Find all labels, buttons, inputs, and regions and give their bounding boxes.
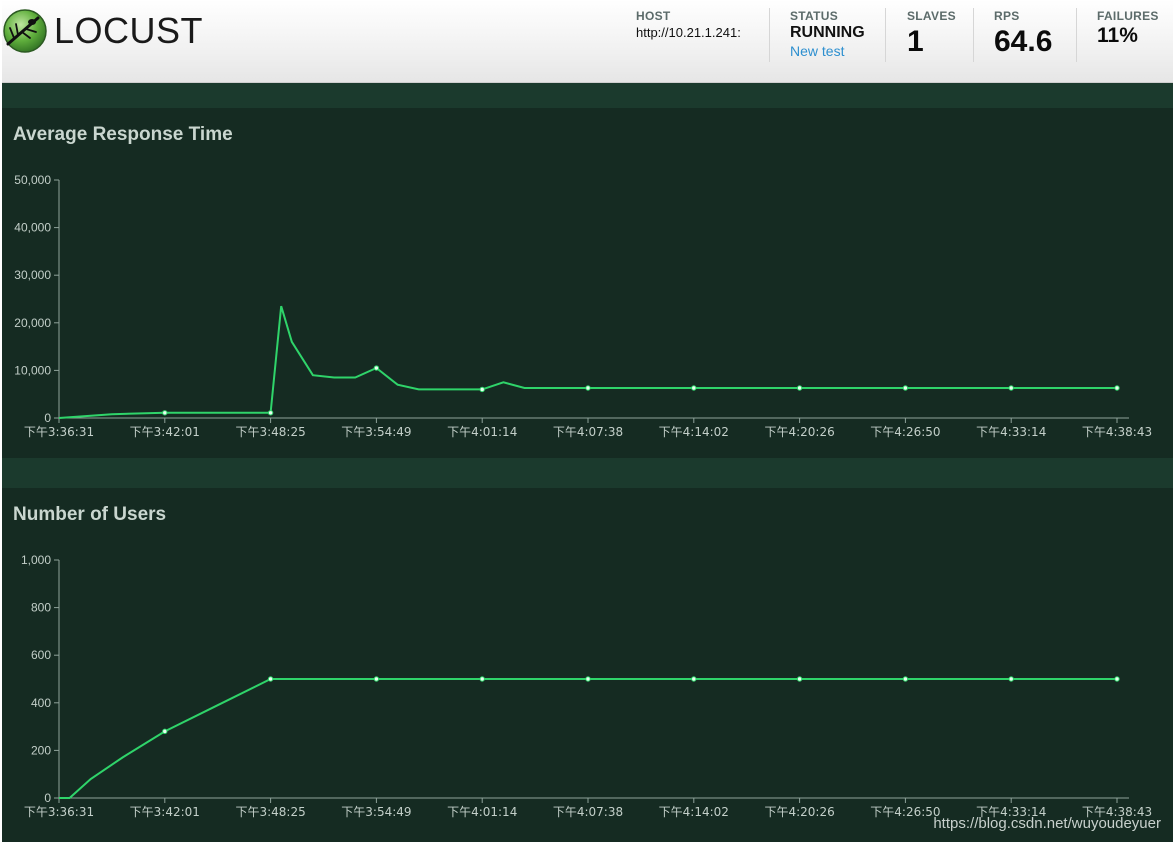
y-tick-label: 800: [31, 601, 51, 615]
data-point: [162, 728, 168, 735]
data-point: [691, 385, 697, 391]
y-tick-label: 50,000: [14, 173, 51, 187]
data-point: [162, 410, 168, 416]
brand-name: LOCUST: [54, 10, 204, 51]
status-stat: STATUS RUNNING New test: [790, 9, 865, 59]
data-point: [902, 385, 909, 391]
x-tick-label: 下午4:38:43: [1082, 425, 1152, 439]
x-tick-label: 下午4:14:02: [659, 425, 729, 439]
divider: [885, 8, 886, 62]
data-point: [796, 385, 803, 391]
users-chart: 0 200 400 600 800 1,000 下午3:36:31 下午3:42:01 下午3:…: [21, 553, 1152, 819]
x-tick-label: 下午4:20:26: [764, 805, 834, 819]
x-tick-label: 下午3:48:25: [235, 425, 305, 439]
data-point: [585, 385, 591, 391]
failures-value: 11%: [1097, 24, 1138, 47]
status-value: RUNNING: [790, 24, 865, 41]
host-value: http://10.21.1.241:: [636, 25, 741, 40]
users-panel: Number of Users 0 200 400 600 800 1,000 下午3:36…: [2, 488, 1173, 842]
data-point: [902, 676, 909, 682]
slaves-label: SLAVES: [907, 9, 956, 23]
new-test-link[interactable]: New test: [790, 43, 865, 59]
x-tick-label: 下午4:20:26: [764, 425, 834, 439]
y-tick-label: 20,000: [14, 316, 51, 330]
x-tick-label: 下午4:07:38: [553, 425, 623, 439]
data-point: [479, 676, 485, 682]
response-time-chart: 0 10,000 20,000 30,000 40,000 50,000 下午3:36:31…: [14, 173, 1152, 439]
data-point: [1008, 676, 1014, 682]
y-tick-label: 0: [44, 411, 51, 425]
host-label: HOST: [636, 9, 671, 23]
y-tick-label: 200: [31, 743, 51, 757]
response-time-panel: Average Response Time 0 10,000 20,000 30,00…: [2, 108, 1173, 458]
data-point: [796, 676, 803, 682]
x-tick-label: 下午3:42:01: [130, 425, 200, 439]
y-tick-label: 30,000: [14, 268, 51, 282]
divider: [769, 8, 770, 62]
data-point: [1008, 385, 1014, 391]
failures-stat: FAILURES 11%: [1097, 9, 1159, 48]
x-tick-label: 下午4:01:14: [447, 805, 517, 819]
x-tick-label: 下午4:26:50: [870, 805, 940, 819]
y-tick-label: 600: [31, 648, 51, 662]
x-tick-label: 下午3:42:01: [130, 805, 200, 819]
series-line: [58, 305, 1117, 419]
data-point: [1114, 676, 1120, 682]
y-tick-label: 10,000: [14, 363, 51, 377]
x-tick-label: 下午4:14:02: [659, 805, 729, 819]
data-point: [373, 365, 380, 371]
x-tick-label: 下午4:26:50: [870, 425, 940, 439]
x-tick-label: 下午4:01:14: [447, 425, 517, 439]
rps-label: RPS: [994, 9, 1020, 23]
failures-label: FAILURES: [1097, 9, 1159, 23]
y-tick-label: 1,000: [21, 553, 51, 567]
slaves-stat: SLAVES 1: [907, 9, 956, 59]
watermark: https://blog.csdn.net/wuyoudeyuer: [933, 815, 1161, 832]
x-tick-label: 下午4:33:14: [976, 425, 1046, 439]
top-header: LOCUST HOST http://10.21.1.241: STATUS R…: [2, 0, 1173, 83]
y-tick-label: 400: [31, 696, 51, 710]
rps-value: 64.6: [994, 25, 1053, 58]
x-tick-label: 下午3:36:31: [24, 805, 94, 819]
data-point: [267, 410, 274, 416]
y-tick-label: 0: [44, 791, 51, 805]
data-point: [267, 676, 274, 682]
divider: [973, 8, 974, 62]
host-stat: HOST http://10.21.1.241:: [636, 9, 741, 40]
locust-logo-icon: [3, 9, 47, 53]
x-tick-label: 下午3:36:31: [24, 425, 94, 439]
status-label: STATUS: [790, 9, 839, 23]
rps-stat: RPS 64.6: [994, 9, 1052, 59]
divider: [1076, 8, 1077, 62]
data-point: [585, 676, 591, 682]
data-point: [691, 676, 697, 682]
x-tick-label: 下午3:54:49: [341, 805, 411, 819]
data-point: [1114, 385, 1120, 391]
data-point: [373, 676, 380, 682]
x-tick-label: 下午3:54:49: [341, 425, 411, 439]
series-line: [59, 678, 1117, 799]
x-tick-label: 下午4:07:38: [553, 805, 623, 819]
x-tick-label: 下午3:48:25: [235, 805, 305, 819]
data-point: [479, 386, 485, 393]
slaves-value: 1: [907, 25, 924, 58]
y-tick-label: 40,000: [14, 221, 51, 235]
brand-logo[interactable]: LOCUST: [2, 8, 203, 54]
